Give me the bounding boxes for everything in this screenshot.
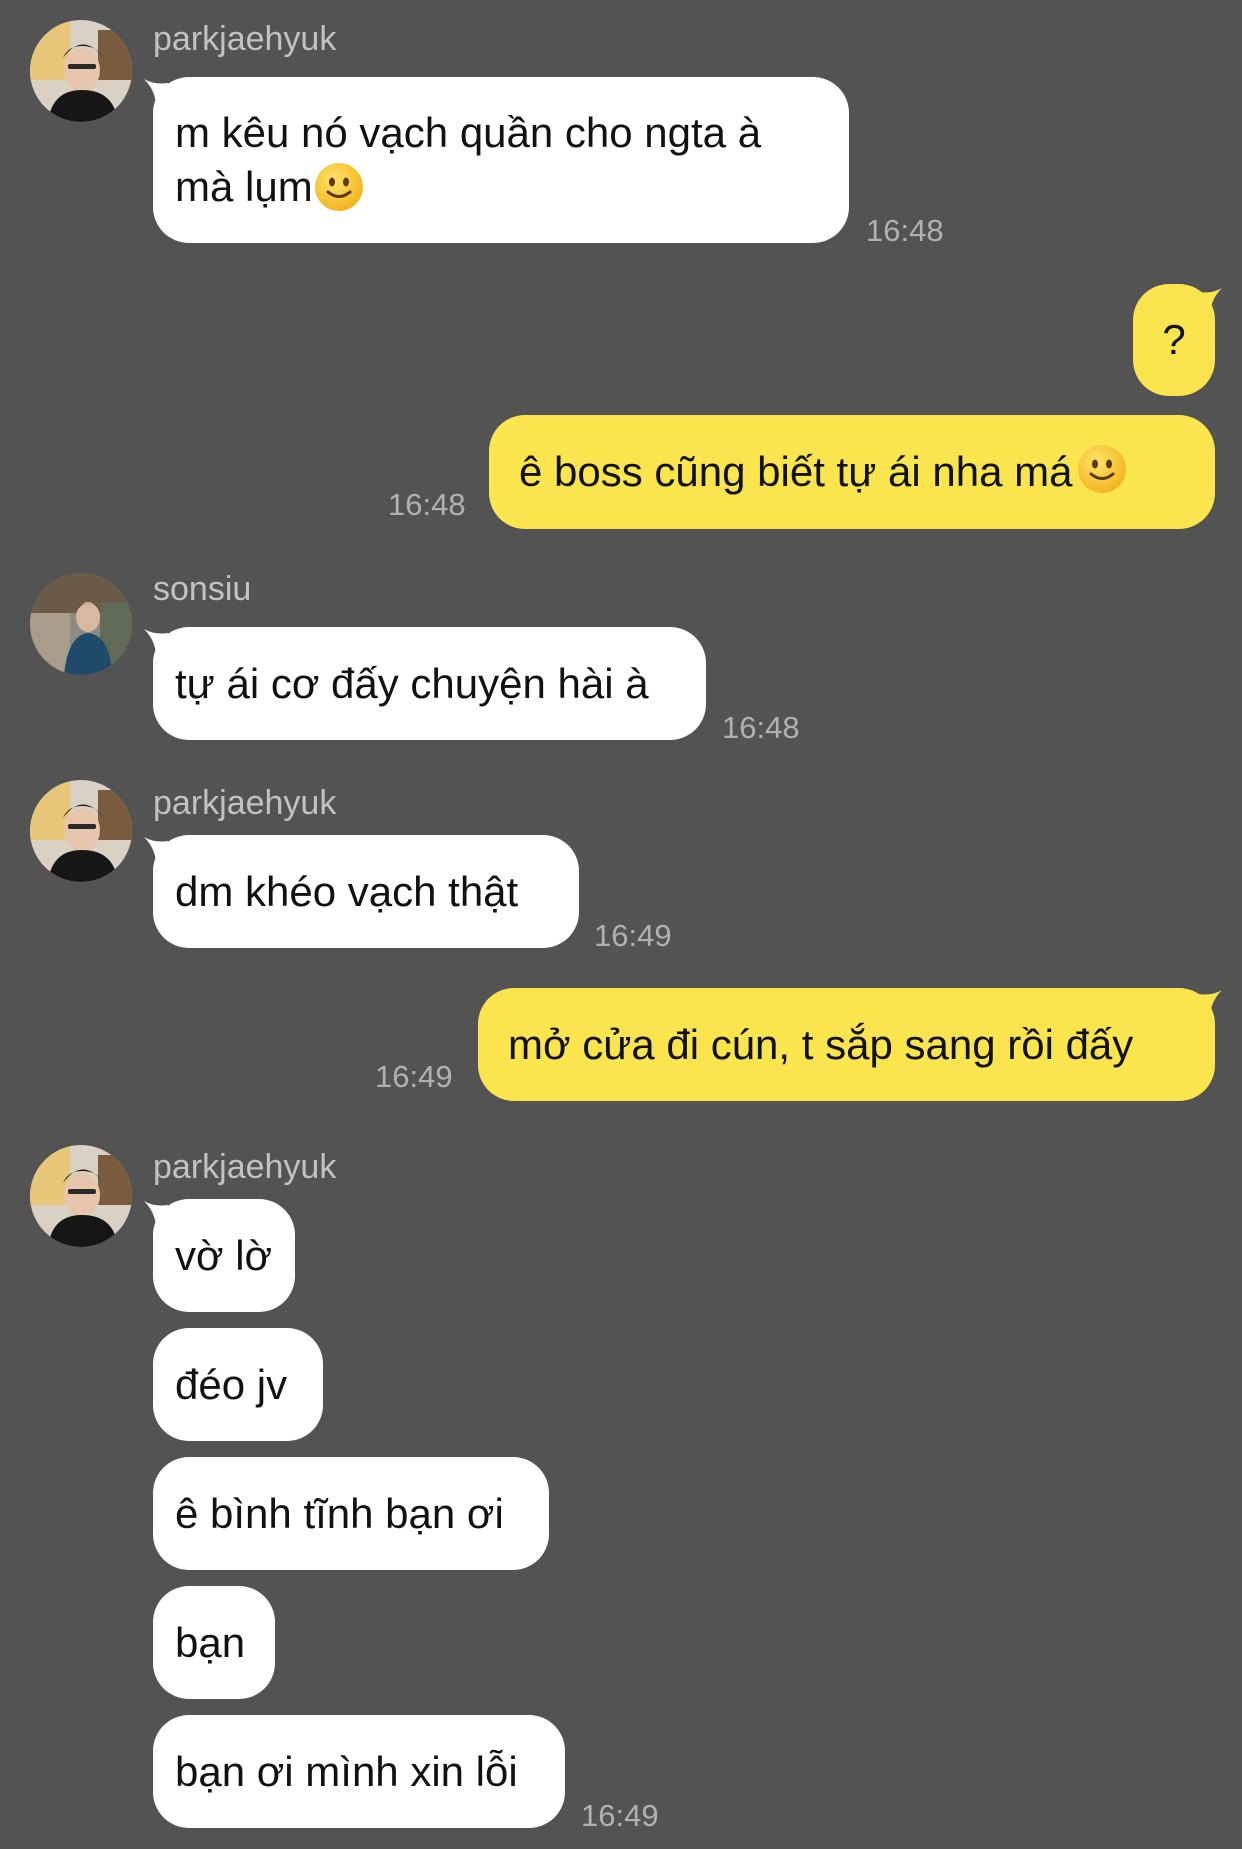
timestamp: 16:49 xyxy=(581,1798,659,1833)
timestamp: 16:49 xyxy=(594,918,672,953)
message-bubble[interactable]: bạn xyxy=(153,1586,275,1699)
message-bubble[interactable]: tự ái cơ đấy chuyện hài à xyxy=(153,627,706,740)
avatar-sonsiu-icon xyxy=(30,573,132,675)
avatar-parkjaehyuk-icon xyxy=(30,780,132,882)
avatar[interactable] xyxy=(30,20,132,122)
message-bubble[interactable]: ê boss cũng biết tự ái nha má xyxy=(489,415,1215,529)
message-text: ê boss cũng biết tự ái nha má xyxy=(519,448,1073,495)
message-text: tự ái cơ đấy chuyện hài à xyxy=(175,659,649,707)
message-bubble[interactable]: ? xyxy=(1133,284,1215,396)
message-text: ? xyxy=(1162,316,1186,363)
sender-name: parkjaehyuk xyxy=(153,20,337,58)
message-text: bạn xyxy=(175,1618,246,1666)
message-bubble[interactable]: dm khéo vạch thật xyxy=(153,835,579,948)
message-text: bạn ơi mình xin lỗi xyxy=(175,1747,518,1795)
avatar-parkjaehyuk-icon xyxy=(30,20,132,122)
avatar[interactable] xyxy=(30,780,132,882)
sender-name: sonsiu xyxy=(153,570,252,608)
sender-name: parkjaehyuk xyxy=(153,1148,337,1186)
sender-name: parkjaehyuk xyxy=(153,784,337,822)
message-text: đéo jv xyxy=(175,1360,288,1408)
message-text: vờ lờ xyxy=(175,1231,273,1279)
message-text: mà lụm xyxy=(175,163,313,210)
avatar-parkjaehyuk-icon xyxy=(30,1145,132,1247)
slightly-smiling-face-icon xyxy=(314,162,363,211)
message-text: m kêu nó vạch quần cho ngta à xyxy=(175,109,762,156)
message-bubble[interactable]: đéo jv xyxy=(153,1328,323,1441)
message-text: dm khéo vạch thật xyxy=(175,867,519,915)
timestamp: 16:48 xyxy=(722,710,800,745)
timestamp: 16:49 xyxy=(375,1059,453,1094)
message-bubble[interactable]: mở cửa đi cún, t sắp sang rồi đấy xyxy=(478,988,1215,1101)
message-bubble[interactable]: m kêu nó vạch quần cho ngta à mà lụm xyxy=(153,77,849,243)
timestamp: 16:48 xyxy=(866,213,944,248)
message-text: ê bình tĩnh bạn ơi xyxy=(175,1489,504,1537)
message-bubble[interactable]: vờ lờ xyxy=(153,1199,295,1312)
message-bubble[interactable]: bạn ơi mình xin lỗi xyxy=(153,1715,565,1828)
slightly-smiling-face-icon xyxy=(1078,445,1127,493)
avatar[interactable] xyxy=(30,1145,132,1247)
avatar[interactable] xyxy=(30,573,132,675)
timestamp: 16:48 xyxy=(388,487,466,522)
message-bubble[interactable]: ê bình tĩnh bạn ơi xyxy=(153,1457,549,1570)
message-text: mở cửa đi cún, t sắp sang rồi đấy xyxy=(508,1020,1134,1068)
